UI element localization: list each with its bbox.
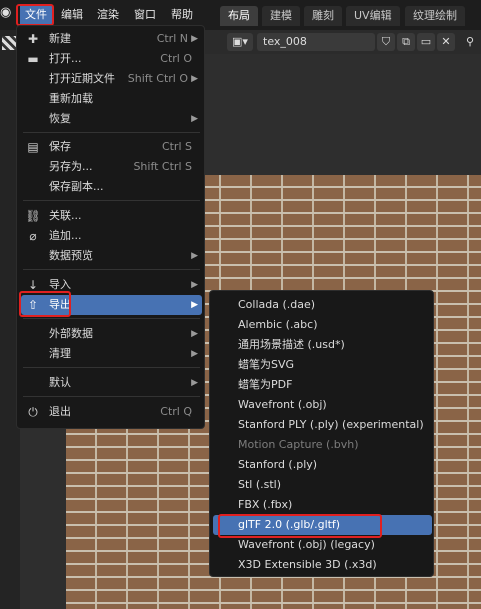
duplicate-icon[interactable]: ⧉	[397, 33, 415, 51]
tab-modeling[interactable]: 建模	[262, 6, 300, 26]
export-stanford-ply-experimental[interactable]: Stanford PLY (.ply) (experimental)	[213, 415, 432, 435]
close-icon[interactable]: ✕	[437, 33, 455, 51]
menu-item-external-data[interactable]: 外部数据 ▶	[21, 324, 202, 344]
menu-item-open-recent[interactable]: 打开近期文件 Shift Ctrl O ▶	[21, 69, 202, 89]
tab-sculpting[interactable]: 雕刻	[304, 6, 342, 26]
menu-item-save-copy[interactable]: 保存副本...	[21, 177, 202, 197]
submenu-arrow-icon: ▶	[191, 34, 198, 44]
pin-icon[interactable]: ⚲	[461, 33, 479, 51]
file-menu-dropdown: ✚ 新建 Ctrl N ▶ ▬ 打开... Ctrl O 打开近期文件 Shif…	[16, 25, 205, 429]
export-stl[interactable]: Stl (.stl)	[213, 475, 432, 495]
menu-item-save[interactable]: ▤ 保存 Ctrl S	[21, 137, 202, 157]
menu-separator	[23, 269, 200, 270]
paperclip-icon: ⌀	[29, 229, 37, 243]
export-stanford-ply[interactable]: Stanford (.ply)	[213, 455, 432, 475]
export-collada[interactable]: Collada (.dae)	[213, 295, 432, 315]
export-gpencil-pdf[interactable]: 蜡笔为PDF	[213, 375, 432, 395]
tab-layout[interactable]: 布局	[220, 6, 258, 26]
export-fbx[interactable]: FBX (.fbx)	[213, 495, 432, 515]
menu-edit[interactable]: 编辑	[56, 6, 88, 24]
submenu-arrow-icon: ▶	[191, 349, 198, 359]
menu-render[interactable]: 渲染	[92, 6, 124, 24]
menu-item-recover[interactable]: 恢复 ▶	[21, 109, 202, 129]
export-alembic[interactable]: Alembic (.abc)	[213, 315, 432, 335]
checker-icon[interactable]	[2, 36, 16, 50]
menu-item-clean-up[interactable]: 清理 ▶	[21, 344, 202, 364]
power-icon: ⏻	[28, 405, 38, 419]
menu-item-defaults[interactable]: 默认 ▶	[21, 373, 202, 393]
menu-separator	[23, 318, 200, 319]
annotation-box-export	[19, 291, 71, 317]
menu-item-new[interactable]: ✚ 新建 Ctrl N ▶	[21, 29, 202, 49]
export-usd[interactable]: 通用场景描述 (.usd*)	[213, 335, 432, 355]
image-browse-icon[interactable]: ▣▾	[227, 33, 253, 51]
submenu-arrow-icon: ▶	[191, 329, 198, 339]
fake-user-shield-icon[interactable]: ⛉	[377, 33, 395, 51]
annotation-box-file-menu	[16, 4, 54, 26]
submenu-arrow-icon: ▶	[191, 251, 198, 261]
menu-item-append[interactable]: ⌀ 追加...	[21, 226, 202, 246]
export-motion-capture-bvh: Motion Capture (.bvh)	[238, 438, 359, 451]
menu-item-save-as[interactable]: 另存为... Shift Ctrl S	[21, 157, 202, 177]
blender-logo-icon[interactable]: ◉	[0, 5, 16, 25]
link-icon: ⛓	[25, 209, 41, 223]
image-name-field[interactable]: tex_008	[257, 33, 375, 51]
menu-item-quit[interactable]: ⏻ 退出 Ctrl Q	[21, 402, 202, 422]
export-gpencil-svg[interactable]: 蜡笔为SVG	[213, 355, 432, 375]
menu-window[interactable]: 窗口	[129, 6, 161, 24]
submenu-arrow-icon: ▶	[191, 280, 198, 290]
new-file-icon: ✚	[27, 32, 39, 46]
menu-item-revert[interactable]: 重新加载	[21, 89, 202, 109]
menu-item-data-previews[interactable]: 数据预览 ▶	[21, 246, 202, 266]
submenu-arrow-icon: ▶	[191, 300, 198, 310]
menu-separator	[23, 367, 200, 368]
tab-texture-paint[interactable]: 纹理绘制	[405, 6, 465, 26]
export-wavefront-obj[interactable]: Wavefront (.obj)	[213, 395, 432, 415]
open-folder-icon[interactable]: ▭	[417, 33, 435, 51]
menu-separator	[23, 396, 200, 397]
export-wavefront-obj-legacy[interactable]: Wavefront (.obj) (legacy)	[213, 535, 432, 555]
menu-separator	[23, 132, 200, 133]
menu-help[interactable]: 帮助	[166, 6, 198, 24]
tab-uv-editing[interactable]: UV编辑	[346, 6, 400, 26]
menu-item-link[interactable]: ⛓ 关联...	[21, 206, 202, 226]
export-x3d[interactable]: X3D Extensible 3D (.x3d)	[213, 555, 432, 575]
menu-item-open[interactable]: ▬ 打开... Ctrl O	[21, 49, 202, 69]
submenu-arrow-icon: ▶	[191, 114, 198, 124]
submenu-arrow-icon: ▶	[191, 378, 198, 388]
image-editor-header: ▣▾ tex_008 ⛉ ⧉ ▭ ✕ ⚲	[205, 30, 481, 54]
submenu-arrow-icon: ▶	[191, 74, 198, 84]
save-icon: ▤	[27, 140, 39, 154]
menu-separator	[23, 200, 200, 201]
annotation-box-gltf	[218, 514, 382, 538]
folder-icon: ▬	[27, 52, 39, 66]
